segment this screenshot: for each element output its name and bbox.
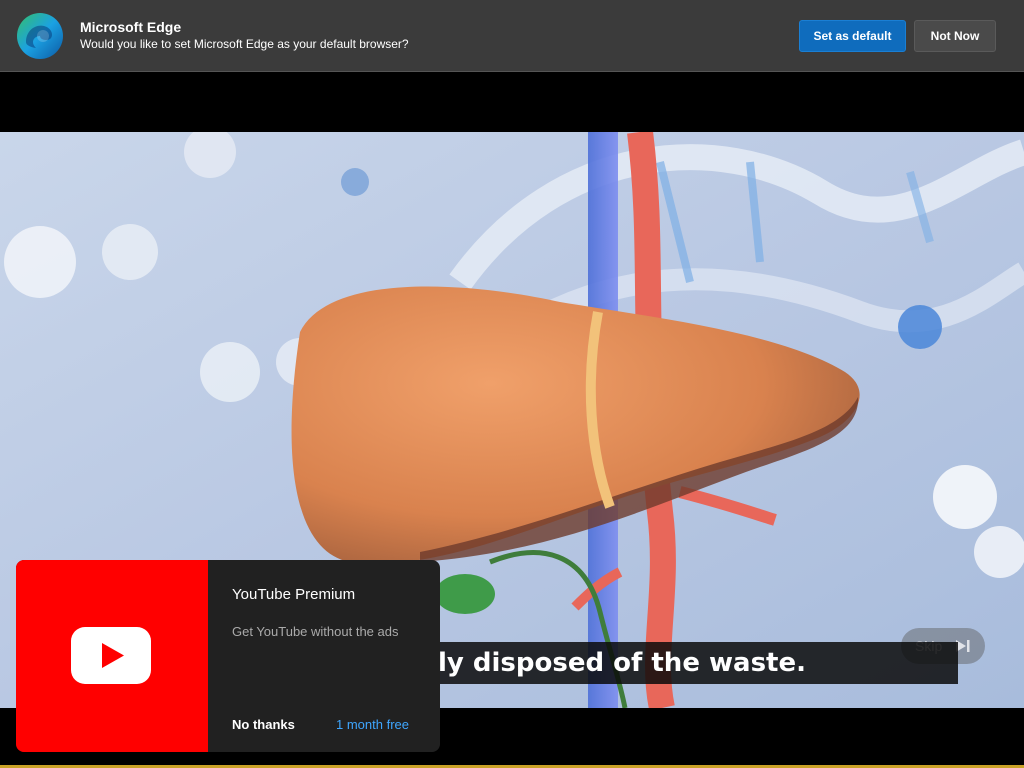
edge-default-browser-bar: Microsoft Edge Would you like to set Mic… [0,0,1024,72]
video-caption: ly disposed of the waste. [420,642,958,684]
not-now-button[interactable]: Not Now [914,20,996,52]
youtube-premium-promo: YouTube Premium Get YouTube without the … [16,560,440,752]
youtube-logo-icon [71,627,151,684]
edge-logo-icon [17,13,63,59]
edge-prompt-title: Microsoft Edge [80,19,182,35]
no-thanks-button[interactable]: No thanks [232,717,295,732]
promo-description: Get YouTube without the ads [232,624,399,639]
promo-artwork [16,560,208,752]
edge-prompt-message: Would you like to set Microsoft Edge as … [80,37,409,51]
promo-title: YouTube Premium [232,586,356,603]
set-as-default-button[interactable]: Set as default [799,20,906,52]
one-month-free-button[interactable]: 1 month free [336,717,409,732]
